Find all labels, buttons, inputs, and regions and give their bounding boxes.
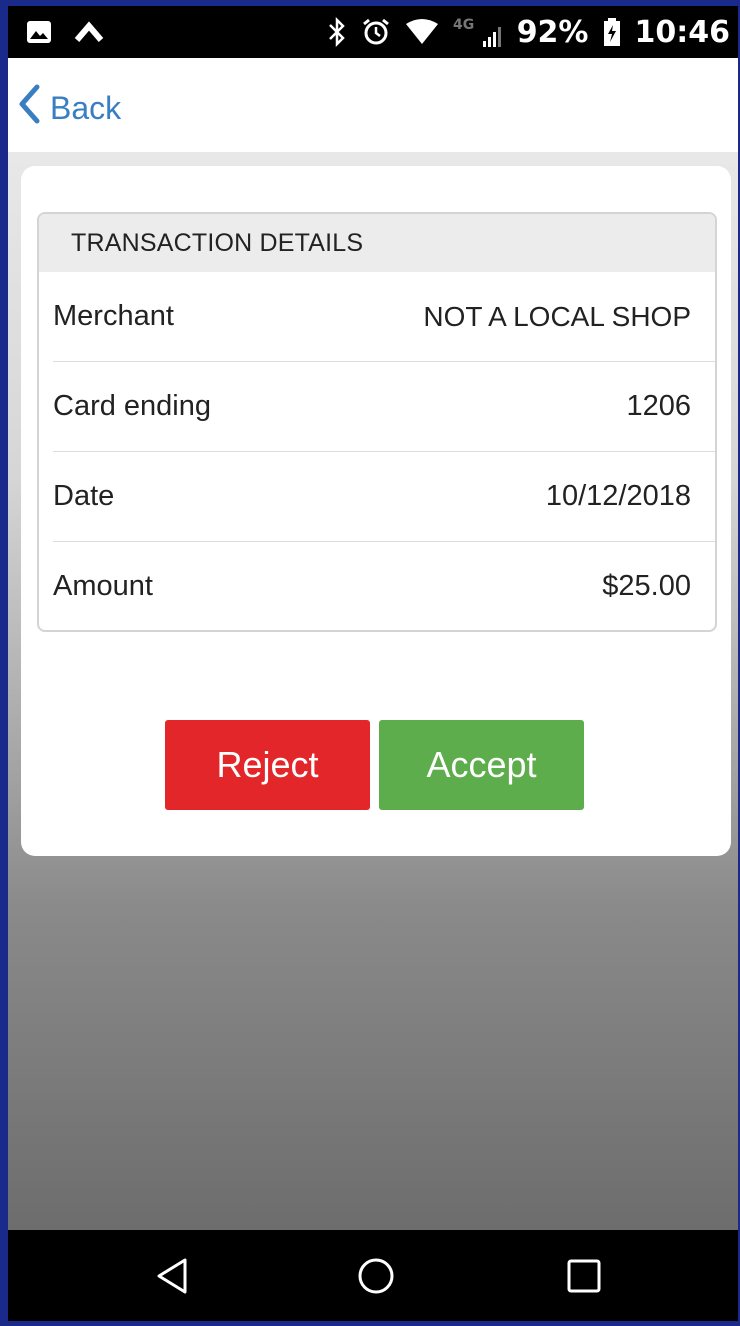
transaction-card: TRANSACTION DETAILS Merchant NOT A LOCAL… <box>21 166 731 856</box>
detail-row-amount: Amount $25.00 <box>53 542 715 630</box>
bluetooth-icon <box>327 17 347 47</box>
battery-percent: 92% <box>516 14 589 50</box>
date-label: Date <box>53 480 115 512</box>
status-bar: 4G 92% 10:46 <box>8 6 738 58</box>
detail-row-date: Date 10/12/2018 <box>53 452 715 542</box>
nav-back-icon[interactable] <box>153 1256 193 1296</box>
app-body: TRANSACTION DETAILS Merchant NOT A LOCAL… <box>8 152 738 1230</box>
chevron-left-icon <box>18 84 40 132</box>
card-ending-value: 1206 <box>626 390 691 422</box>
wifi-icon <box>405 18 439 46</box>
card-ending-label: Card ending <box>53 390 211 422</box>
merchant-value: NOT A LOCAL SHOP <box>423 300 691 332</box>
date-value: 10/12/2018 <box>545 480 691 512</box>
amount-label: Amount <box>53 570 153 602</box>
detail-row-card-ending: Card ending 1206 <box>53 362 715 452</box>
merchant-label: Merchant <box>53 300 174 332</box>
action-buttons: Reject Accept <box>165 720 584 810</box>
svg-text:4G: 4G <box>453 17 474 33</box>
clock: 10:46 <box>634 14 731 50</box>
app-header: Back <box>8 58 738 152</box>
nav-home-icon[interactable] <box>356 1256 396 1296</box>
back-label: Back <box>50 89 122 126</box>
status-left <box>26 16 104 48</box>
details-title: TRANSACTION DETAILS <box>39 214 715 272</box>
reject-button[interactable]: Reject <box>165 720 370 810</box>
image-icon <box>26 20 52 44</box>
device-screen: 4G 92% 10:46 Back TRANSACTION DETAILS Me… <box>8 6 738 1321</box>
signal-icon: 4G <box>453 15 503 49</box>
transaction-details-panel: TRANSACTION DETAILS Merchant NOT A LOCAL… <box>37 212 717 632</box>
detail-row-merchant: Merchant NOT A LOCAL SHOP <box>53 272 715 362</box>
back-button[interactable]: Back <box>18 84 121 132</box>
alarm-icon <box>361 17 391 47</box>
status-right: 4G 92% 10:46 <box>327 6 730 58</box>
accept-button[interactable]: Accept <box>379 720 584 810</box>
battery-charging-icon <box>603 17 621 47</box>
nav-recents-icon[interactable] <box>564 1256 604 1296</box>
chevron-up-icon <box>74 21 104 43</box>
amount-value: $25.00 <box>602 570 691 602</box>
navigation-bar <box>8 1230 738 1321</box>
